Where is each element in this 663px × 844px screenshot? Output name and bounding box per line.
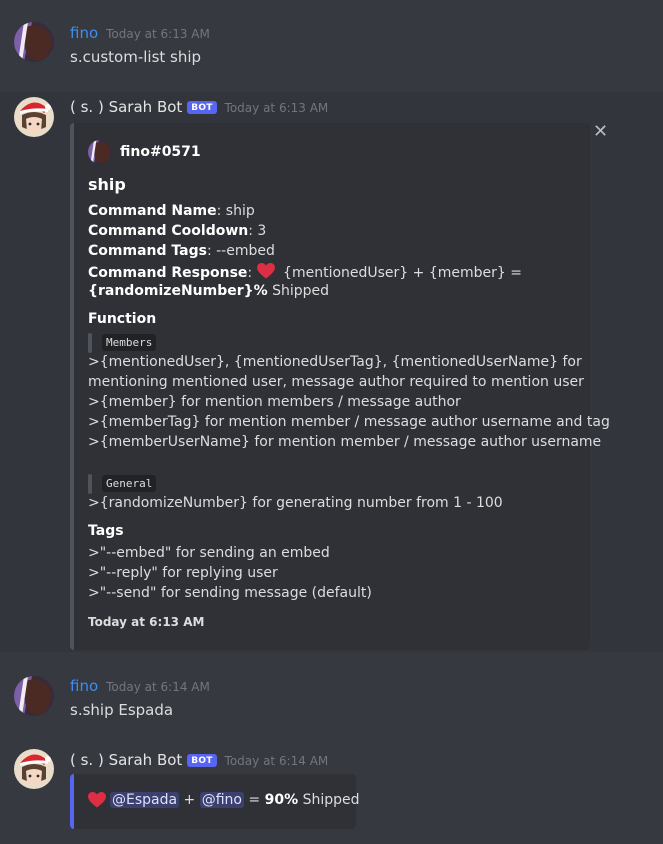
members-line: >{memberUserName} for mention member / m… (88, 434, 602, 450)
timestamp: Today at 6:13 AM (224, 101, 329, 115)
ship-result-line: @Espada + @fino = 90% Shipped (88, 792, 360, 808)
username[interactable]: ( s. ) Sarah Bot (70, 751, 182, 769)
members-line: >{memberTag} for mention member / messag… (88, 414, 610, 430)
username[interactable]: ( s. ) Sarah Bot (70, 98, 182, 116)
command-response-value: {mentionedUser} + {member} = (278, 265, 522, 281)
command-tags-line: Command Tags: --embed (88, 243, 275, 259)
command-name-line: Command Name: ship (88, 203, 255, 219)
tags-line: >"--reply" for replying user (88, 565, 278, 581)
heart-icon (88, 792, 106, 808)
command-name-label: Command Name (88, 203, 217, 219)
embed-footer-timestamp: Today at 6:13 AM (88, 615, 205, 629)
embed-author: fino#0571 (88, 140, 201, 164)
timestamp: Today at 6:14 AM (224, 754, 329, 768)
heart-icon (256, 263, 275, 279)
command-response-line2: {randomizeNumber}% Shipped (88, 283, 329, 299)
command-response-line: Command Response: {mentionedUser} + {mem… (88, 263, 522, 281)
ship-percent: 90% (264, 792, 299, 808)
avatar[interactable] (14, 749, 54, 789)
timestamp: Today at 6:14 AM (106, 680, 210, 694)
response-shipped-text: Shipped (267, 283, 330, 299)
username[interactable]: fino (70, 677, 98, 695)
command-tags-value: : --embed (206, 243, 275, 259)
members-code: Members (102, 334, 157, 351)
tags-field-label: Tags (88, 523, 124, 539)
shipped-text: Shipped (298, 792, 360, 808)
tags-line: >"--embed" for sending an embed (88, 545, 330, 561)
blockquote-bar (88, 474, 92, 494)
command-cooldown-value: : 3 (248, 223, 267, 239)
embed-author-name: fino#0571 (120, 144, 201, 160)
timestamp: Today at 6:13 AM (106, 27, 210, 41)
blockquote-bar (88, 333, 92, 353)
message-content: s.ship Espada (70, 701, 174, 719)
avatar[interactable] (14, 676, 54, 716)
embed-ship-result: @Espada + @fino = 90% Shipped (70, 774, 360, 829)
embed-custom-list: fino#0571 ship Command Name: ship Comman… (70, 123, 610, 650)
equals-text: = (243, 792, 265, 808)
command-cooldown-label: Command Cooldown (88, 223, 249, 239)
command-cooldown-line: Command Cooldown: 3 (88, 223, 266, 239)
general-code: General (102, 475, 157, 492)
command-name-value: : ship (216, 203, 255, 219)
bot-badge: BOT (187, 754, 217, 767)
command-response-label: Command Response (88, 265, 248, 281)
command-tags-label: Command Tags (88, 243, 207, 259)
mention-espada[interactable]: @Espada (110, 792, 180, 808)
avatar[interactable] (14, 22, 54, 62)
plus-text: + (179, 792, 200, 808)
members-line: mentioning mentioned user, message autho… (88, 374, 584, 390)
response-random-number: {randomizeNumber}% (88, 283, 268, 299)
mention-fino[interactable]: @fino (199, 792, 244, 808)
embed-title: ship (88, 175, 126, 194)
avatar[interactable] (14, 97, 54, 137)
close-icon[interactable]: ✕ (593, 123, 608, 141)
tags-line: >"--send" for sending message (default) (88, 585, 372, 601)
message-content: s.custom-list ship (70, 48, 202, 66)
bot-badge: BOT (187, 101, 217, 114)
username[interactable]: fino (70, 24, 98, 42)
function-field-label: Function (88, 311, 157, 327)
members-line: >{member} for mention members / message … (88, 394, 461, 410)
embed-author-avatar (88, 140, 112, 164)
members-line: >{mentionedUser}, {mentionedUserTag}, {m… (88, 354, 582, 370)
general-line: >{randomizeNumber} for generating number… (88, 495, 503, 511)
